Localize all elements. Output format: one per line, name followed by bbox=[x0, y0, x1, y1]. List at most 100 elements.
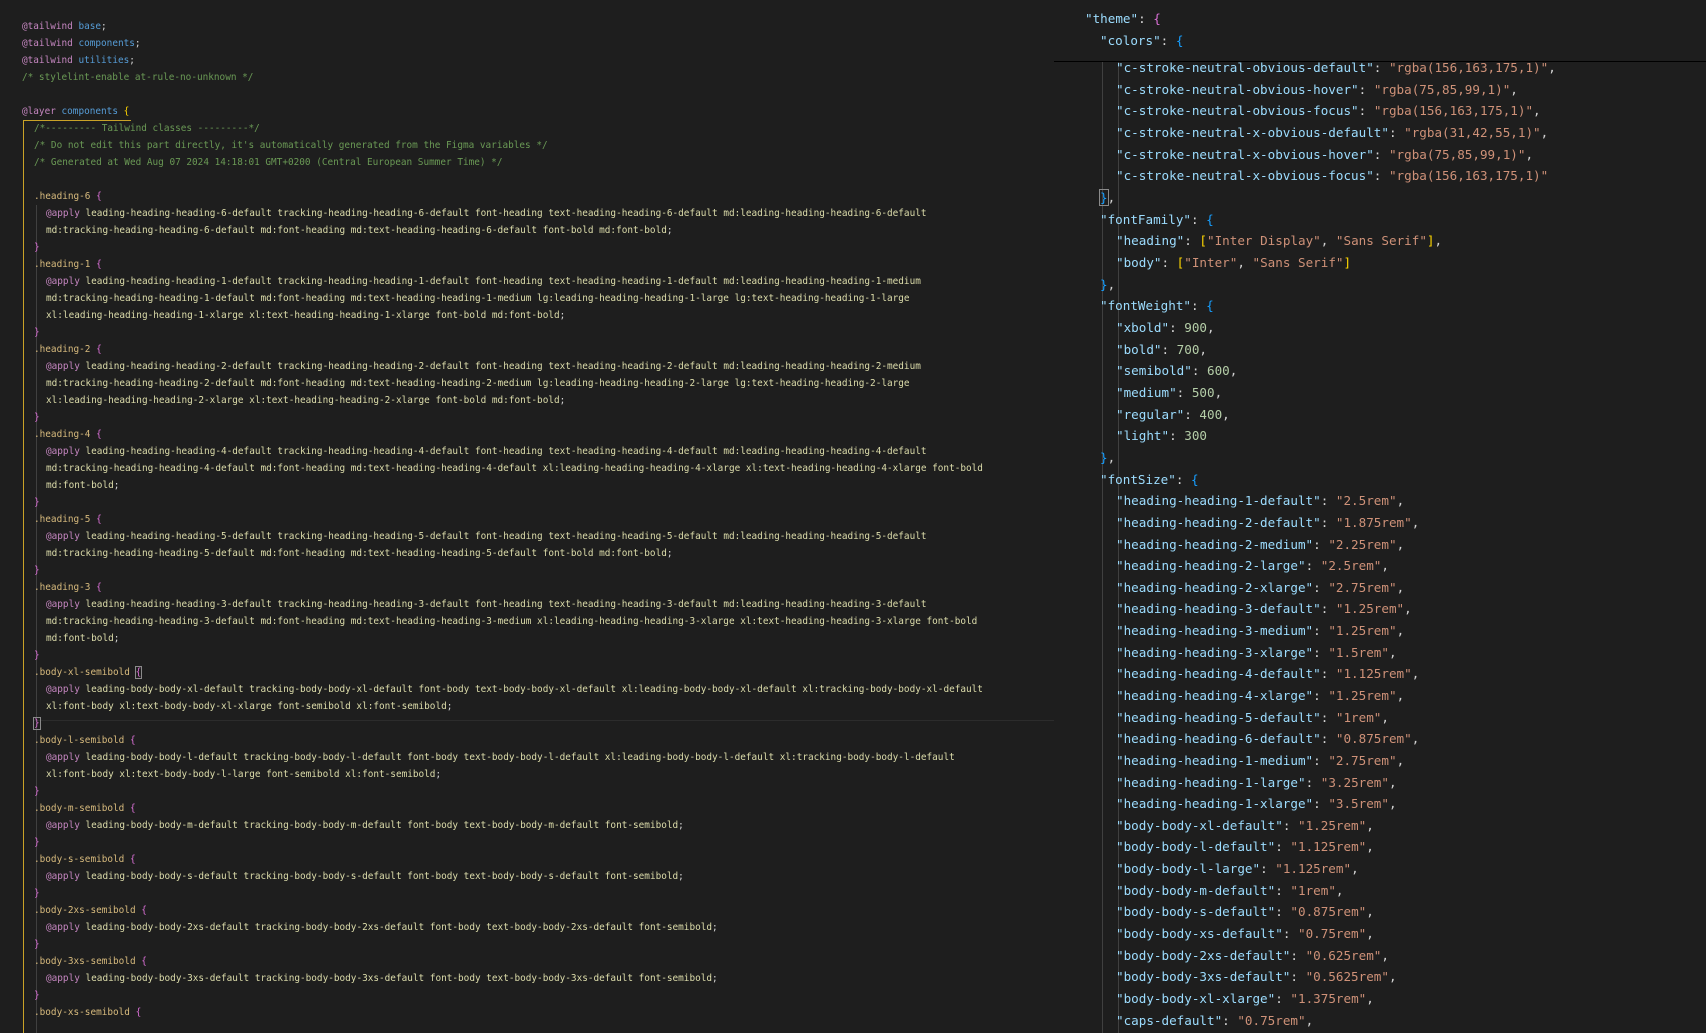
css-code-line[interactable]: md:tracking-heading-heading-5-default md… bbox=[46, 545, 673, 562]
css-code-line[interactable]: } bbox=[34, 987, 40, 1004]
css-code-line[interactable]: } bbox=[33, 715, 41, 732]
css-code-line[interactable]: .heading-1 { bbox=[34, 256, 102, 273]
json-code-line[interactable]: }, bbox=[1100, 274, 1115, 296]
json-code-line[interactable]: "c-stroke-neutral-x-obvious-default": "r… bbox=[1116, 122, 1548, 144]
json-code-line[interactable]: "heading-heading-1-xlarge": "3.5rem", bbox=[1116, 793, 1397, 815]
css-code-line[interactable]: } bbox=[34, 239, 40, 256]
css-code-line[interactable]: md:tracking-heading-heading-1-default md… bbox=[46, 290, 910, 307]
css-code-line[interactable]: xl:font-body xl:text-body-body-xl-xlarge… bbox=[46, 698, 452, 715]
css-code-line[interactable]: @apply leading-heading-heading-5-default… bbox=[46, 528, 927, 545]
json-code-line[interactable]: "caps-default": "0.75rem", bbox=[1116, 1010, 1313, 1032]
css-code-line[interactable]: xl:font-body xl:text-body-body-l-large f… bbox=[46, 766, 441, 783]
json-code-line[interactable]: "body-body-xl-default": "1.25rem", bbox=[1116, 815, 1374, 837]
css-code-line[interactable]: .heading-6 { bbox=[34, 188, 102, 205]
css-code-line[interactable]: @apply leading-heading-heading-3-default… bbox=[46, 596, 927, 613]
css-code-line[interactable]: /* stylelint-enable at-rule-no-unknown *… bbox=[22, 69, 253, 86]
json-editor-pane[interactable]: "theme": {"colors": { "c-stroke-neutral-o… bbox=[1054, 0, 1706, 1033]
json-code-line[interactable]: "body-body-3xs-default": "0.5625rem", bbox=[1116, 966, 1397, 988]
json-code-line[interactable]: "fontFamily": { bbox=[1100, 209, 1214, 231]
json-code-line[interactable]: "xbold": 900, bbox=[1116, 317, 1215, 339]
css-code-line[interactable]: /*--------- Tailwind classes ---------*/ bbox=[34, 120, 260, 137]
css-code-line[interactable]: } bbox=[34, 885, 40, 902]
css-code-line[interactable]: } bbox=[34, 936, 40, 953]
css-code-line[interactable]: @apply leading-body-body-2xs-default tra… bbox=[46, 919, 718, 936]
css-code-line[interactable]: } bbox=[34, 783, 40, 800]
css-code-line[interactable]: @tailwind utilities; bbox=[22, 52, 135, 69]
json-code-line[interactable]: "heading-heading-2-default": "1.875rem", bbox=[1116, 512, 1419, 534]
css-code-line[interactable]: .body-2xs-semibold { bbox=[34, 902, 147, 919]
json-code-line[interactable]: "c-stroke-neutral-obvious-focus": "rgba(… bbox=[1116, 100, 1541, 122]
css-code-line[interactable]: } bbox=[34, 409, 40, 426]
css-code-line[interactable]: .body-xl-semibold { bbox=[34, 664, 143, 681]
css-code-line[interactable]: @tailwind components; bbox=[22, 35, 141, 52]
json-code-line[interactable]: "heading-heading-2-large": "2.5rem", bbox=[1116, 555, 1389, 577]
css-code-line[interactable]: } bbox=[34, 494, 40, 511]
css-code-line[interactable]: md:tracking-heading-heading-4-default md… bbox=[46, 460, 983, 477]
css-code-line[interactable]: .body-m-semibold { bbox=[34, 800, 136, 817]
json-code-line[interactable]: "body-body-xl-xlarge": "1.375rem", bbox=[1116, 988, 1374, 1010]
css-code-line[interactable]: xl:leading-heading-heading-1-xlarge xl:t… bbox=[46, 307, 565, 324]
json-code-line[interactable]: "semibold": 600, bbox=[1116, 360, 1237, 382]
json-code-line[interactable]: "heading": ["Inter Display", "Sans Serif… bbox=[1116, 230, 1442, 252]
css-code-line[interactable]: .body-s-semibold { bbox=[34, 851, 136, 868]
json-code-line[interactable]: "heading-heading-1-large": "3.25rem", bbox=[1116, 772, 1397, 794]
css-code-line[interactable]: md:tracking-heading-heading-2-default md… bbox=[46, 375, 910, 392]
json-code-line[interactable]: "c-stroke-neutral-x-obvious-hover": "rgb… bbox=[1116, 144, 1533, 166]
css-code-line[interactable]: .body-xs-semibold { bbox=[34, 1004, 141, 1021]
json-code-line[interactable]: "heading-heading-6-default": "0.875rem", bbox=[1116, 728, 1419, 750]
css-code-line[interactable]: @apply leading-body-body-l-default track… bbox=[46, 749, 955, 766]
css-code-line[interactable]: .body-3xs-semibold { bbox=[34, 953, 147, 970]
json-code-line[interactable]: "body-body-s-default": "0.875rem", bbox=[1116, 901, 1374, 923]
css-code-line[interactable]: md:tracking-heading-heading-3-default md… bbox=[46, 613, 977, 630]
css-code-line[interactable]: md:font-bold; bbox=[46, 477, 119, 494]
css-code-line[interactable]: md:font-bold; bbox=[46, 630, 119, 647]
css-code-line[interactable]: @apply leading-body-body-3xs-default tra… bbox=[46, 970, 718, 987]
json-code-line[interactable]: "colors": { bbox=[1100, 30, 1183, 52]
css-code-line[interactable]: md:tracking-heading-heading-6-default md… bbox=[46, 222, 673, 239]
css-code-line[interactable]: @layer components { bbox=[22, 103, 129, 120]
json-code-line[interactable]: "fontSize": { bbox=[1100, 469, 1199, 491]
json-code-line[interactable]: }, bbox=[1100, 447, 1115, 469]
css-code-line[interactable]: @tailwind base; bbox=[22, 18, 107, 35]
json-code-line[interactable]: "body-body-l-default": "1.125rem", bbox=[1116, 836, 1374, 858]
css-code-line[interactable]: @apply leading-body-body-xl-default trac… bbox=[46, 681, 983, 698]
css-code-line[interactable]: /* Generated at Wed Aug 07 2024 14:18:01… bbox=[34, 154, 502, 171]
css-code-line[interactable]: } bbox=[34, 324, 40, 341]
css-code-line[interactable]: @apply leading-heading-heading-4-default… bbox=[46, 443, 927, 460]
json-code-line[interactable]: "body": ["Inter", "Sans Serif"] bbox=[1116, 252, 1351, 274]
json-code-line[interactable]: "heading-heading-3-medium": "1.25rem", bbox=[1116, 620, 1404, 642]
json-code-line[interactable]: "c-stroke-neutral-obvious-hover": "rgba(… bbox=[1116, 79, 1518, 101]
json-code-line[interactable]: "heading-heading-2-medium": "2.25rem", bbox=[1116, 534, 1404, 556]
json-code-line[interactable]: "heading-heading-1-default": "2.5rem", bbox=[1116, 490, 1404, 512]
json-code-line[interactable]: "fontWeight": { bbox=[1100, 295, 1214, 317]
css-editor-pane[interactable]: @tailwind base; @tailwind components; @tai… bbox=[0, 0, 1054, 1033]
json-code-line[interactable]: "heading-heading-4-xlarge": "1.25rem", bbox=[1116, 685, 1404, 707]
json-code-line[interactable]: "heading-heading-5-default": "1rem", bbox=[1116, 707, 1389, 729]
css-code-line[interactable]: } bbox=[34, 647, 40, 664]
json-code-line[interactable]: "body-body-xs-default": "0.75rem", bbox=[1116, 923, 1374, 945]
json-code-line[interactable]: "heading-heading-3-xlarge": "1.5rem", bbox=[1116, 642, 1397, 664]
css-code-line[interactable]: @apply leading-heading-heading-6-default… bbox=[46, 205, 927, 222]
css-code-line[interactable]: .heading-4 { bbox=[34, 426, 102, 443]
json-code-line[interactable]: "body-body-m-default": "1rem", bbox=[1116, 880, 1344, 902]
json-code-line[interactable]: "body-body-l-large": "1.125rem", bbox=[1116, 858, 1359, 880]
json-code-line[interactable]: "bold": 700, bbox=[1116, 339, 1207, 361]
json-code-line[interactable]: "heading-heading-3-default": "1.25rem", bbox=[1116, 598, 1412, 620]
css-code-line[interactable]: @apply leading-heading-heading-1-default… bbox=[46, 273, 921, 290]
json-code-line[interactable]: "regular": 400, bbox=[1116, 404, 1230, 426]
json-code-line[interactable]: "theme": { bbox=[1085, 8, 1161, 30]
css-code-line[interactable]: .heading-3 { bbox=[34, 579, 102, 596]
json-code-line[interactable]: "c-stroke-neutral-x-obvious-focus": "rgb… bbox=[1116, 165, 1548, 187]
json-code-line[interactable]: "heading-heading-4-default": "1.125rem", bbox=[1116, 663, 1419, 685]
css-code-line[interactable]: .heading-2 { bbox=[34, 341, 102, 358]
css-code-line[interactable]: @apply leading-heading-heading-2-default… bbox=[46, 358, 921, 375]
css-code-line[interactable]: .heading-5 { bbox=[34, 511, 102, 528]
json-code-line[interactable]: }, bbox=[1099, 187, 1115, 209]
css-code-line[interactable]: } bbox=[34, 834, 40, 851]
json-code-line[interactable]: "medium": 500, bbox=[1116, 382, 1222, 404]
css-code-line[interactable]: } bbox=[34, 562, 40, 579]
json-code-line[interactable]: "body-body-2xs-default": "0.625rem", bbox=[1116, 945, 1389, 967]
css-code-line[interactable]: @apply leading-body-body-s-default track… bbox=[46, 868, 684, 885]
json-code-line[interactable]: "heading-heading-2-xlarge": "2.75rem", bbox=[1116, 577, 1404, 599]
json-code-line[interactable]: "light": 300 bbox=[1116, 425, 1207, 447]
